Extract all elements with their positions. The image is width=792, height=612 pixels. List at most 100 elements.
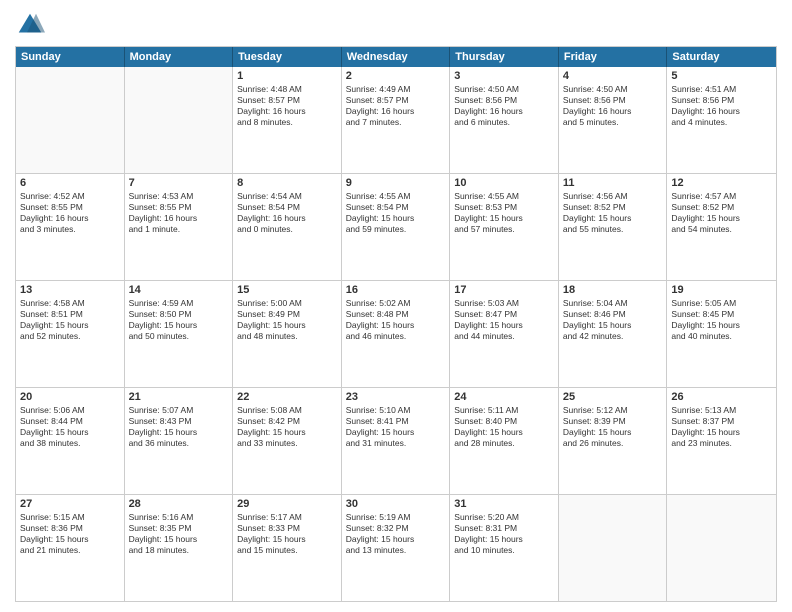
day-number: 4 xyxy=(563,70,663,82)
day-number: 8 xyxy=(237,177,337,189)
calendar-cell xyxy=(16,67,125,173)
weekday-header-monday: Monday xyxy=(125,47,234,67)
calendar-cell: 19 Sunrise: 5:05 AM Sunset: 8:45 PM Dayli… xyxy=(667,281,776,387)
calendar-cell: 14Sunrise: 4:59 AM Sunset: 8:50 PM Dayli… xyxy=(125,281,234,387)
day-number: 19 xyxy=(671,284,772,296)
calendar-cell: 12Sunrise: 4:57 AM Sunset: 8:52 PM Dayli… xyxy=(667,174,776,280)
day-number: 21 xyxy=(129,391,229,403)
calendar-cell: 11Sunrise: 4:56 AM Sunset: 8:52 PM Dayli… xyxy=(559,174,668,280)
day-number: 18 xyxy=(563,284,663,296)
calendar-row-4: 27 Sunrise: 5:15 AM Sunset: 8:36 PM Dayli… xyxy=(16,494,776,601)
calendar-cell: 6 Sunrise: 4:52 AM Sunset: 8:55 PM Daylig… xyxy=(16,174,125,280)
cell-detail-text: Sunrise: 5:16 AM Sunset: 8:35 PM Dayligh… xyxy=(129,512,229,556)
calendar-cell: 2 Sunrise: 4:49 AM Sunset: 8:57 PM Daylig… xyxy=(342,67,451,173)
calendar-cell: 13Sunrise: 4:58 AM Sunset: 8:51 PM Dayli… xyxy=(16,281,125,387)
calendar-cell: 21 Sunrise: 5:07 AM Sunset: 8:43 PM Dayli… xyxy=(125,388,234,494)
day-number: 29 xyxy=(237,498,337,510)
day-number: 26 xyxy=(671,391,772,403)
day-number: 5 xyxy=(671,70,772,82)
calendar-cell: 3 Sunrise: 4:50 AM Sunset: 8:56 PM Daylig… xyxy=(450,67,559,173)
cell-detail-text: Sunrise: 4:56 AM Sunset: 8:52 PM Dayligh… xyxy=(563,191,663,235)
day-number: 1 xyxy=(237,70,337,82)
calendar-cell: 30Sunrise: 5:19 AM Sunset: 8:32 PM Dayli… xyxy=(342,495,451,601)
calendar: SundayMondayTuesdayWednesdayThursdayFrid… xyxy=(15,46,777,602)
day-number: 9 xyxy=(346,177,446,189)
logo xyxy=(15,10,49,40)
calendar-cell: 26 Sunrise: 5:13 AM Sunset: 8:37 PM Dayli… xyxy=(667,388,776,494)
cell-detail-text: Sunrise: 4:50 AM Sunset: 8:56 PM Dayligh… xyxy=(563,84,663,128)
cell-detail-text: Sunrise: 5:08 AM Sunset: 8:42 PM Dayligh… xyxy=(237,405,337,449)
cell-detail-text: Sunrise: 4:54 AM Sunset: 8:54 PM Dayligh… xyxy=(237,191,337,235)
cell-detail-text: Sunrise: 4:50 AM Sunset: 8:56 PM Dayligh… xyxy=(454,84,554,128)
calendar-cell: 9 Sunrise: 4:55 AM Sunset: 8:54 PM Daylig… xyxy=(342,174,451,280)
weekday-header-wednesday: Wednesday xyxy=(342,47,451,67)
calendar-row-3: 20 Sunrise: 5:06 AM Sunset: 8:44 PM Dayli… xyxy=(16,387,776,494)
cell-detail-text: Sunrise: 4:49 AM Sunset: 8:57 PM Dayligh… xyxy=(346,84,446,128)
day-number: 3 xyxy=(454,70,554,82)
calendar-cell: 31 Sunrise: 5:20 AM Sunset: 8:31 PM Dayli… xyxy=(450,495,559,601)
calendar-cell: 24 Sunrise: 5:11 AM Sunset: 8:40 PM Dayli… xyxy=(450,388,559,494)
weekday-header-saturday: Saturday xyxy=(667,47,776,67)
cell-detail-text: Sunrise: 5:03 AM Sunset: 8:47 PM Dayligh… xyxy=(454,298,554,342)
day-number: 22 xyxy=(237,391,337,403)
day-number: 15 xyxy=(237,284,337,296)
cell-detail-text: Sunrise: 4:57 AM Sunset: 8:52 PM Dayligh… xyxy=(671,191,772,235)
calendar-body: 1 Sunrise: 4:48 AM Sunset: 8:57 PM Daylig… xyxy=(16,67,776,601)
calendar-header: SundayMondayTuesdayWednesdayThursdayFrid… xyxy=(16,47,776,67)
weekday-header-thursday: Thursday xyxy=(450,47,559,67)
calendar-row-1: 6 Sunrise: 4:52 AM Sunset: 8:55 PM Daylig… xyxy=(16,173,776,280)
calendar-row-0: 1 Sunrise: 4:48 AM Sunset: 8:57 PM Daylig… xyxy=(16,67,776,173)
day-number: 31 xyxy=(454,498,554,510)
weekday-header-sunday: Sunday xyxy=(16,47,125,67)
cell-detail-text: Sunrise: 5:02 AM Sunset: 8:48 PM Dayligh… xyxy=(346,298,446,342)
calendar-cell xyxy=(125,67,234,173)
cell-detail-text: Sunrise: 5:15 AM Sunset: 8:36 PM Dayligh… xyxy=(20,512,120,556)
cell-detail-text: Sunrise: 5:05 AM Sunset: 8:45 PM Dayligh… xyxy=(671,298,772,342)
cell-detail-text: Sunrise: 4:48 AM Sunset: 8:57 PM Dayligh… xyxy=(237,84,337,128)
calendar-cell: 20 Sunrise: 5:06 AM Sunset: 8:44 PM Dayli… xyxy=(16,388,125,494)
day-number: 20 xyxy=(20,391,120,403)
cell-detail-text: Sunrise: 4:51 AM Sunset: 8:56 PM Dayligh… xyxy=(671,84,772,128)
day-number: 2 xyxy=(346,70,446,82)
day-number: 25 xyxy=(563,391,663,403)
day-number: 6 xyxy=(20,177,120,189)
day-number: 30 xyxy=(346,498,446,510)
calendar-cell: 7 Sunrise: 4:53 AM Sunset: 8:55 PM Daylig… xyxy=(125,174,234,280)
calendar-cell: 1 Sunrise: 4:48 AM Sunset: 8:57 PM Daylig… xyxy=(233,67,342,173)
day-number: 28 xyxy=(129,498,229,510)
calendar-cell xyxy=(559,495,668,601)
cell-detail-text: Sunrise: 5:13 AM Sunset: 8:37 PM Dayligh… xyxy=(671,405,772,449)
calendar-cell: 18Sunrise: 5:04 AM Sunset: 8:46 PM Dayli… xyxy=(559,281,668,387)
calendar-cell: 5 Sunrise: 4:51 AM Sunset: 8:56 PM Daylig… xyxy=(667,67,776,173)
calendar-cell: 16 Sunrise: 5:02 AM Sunset: 8:48 PM Dayli… xyxy=(342,281,451,387)
calendar-cell: 27 Sunrise: 5:15 AM Sunset: 8:36 PM Dayli… xyxy=(16,495,125,601)
day-number: 14 xyxy=(129,284,229,296)
day-number: 7 xyxy=(129,177,229,189)
cell-detail-text: Sunrise: 4:52 AM Sunset: 8:55 PM Dayligh… xyxy=(20,191,120,235)
page: SundayMondayTuesdayWednesdayThursdayFrid… xyxy=(0,0,792,612)
cell-detail-text: Sunrise: 5:20 AM Sunset: 8:31 PM Dayligh… xyxy=(454,512,554,556)
calendar-cell: 4 Sunrise: 4:50 AM Sunset: 8:56 PM Daylig… xyxy=(559,67,668,173)
day-number: 16 xyxy=(346,284,446,296)
cell-detail-text: Sunrise: 5:10 AM Sunset: 8:41 PM Dayligh… xyxy=(346,405,446,449)
cell-detail-text: Sunrise: 5:17 AM Sunset: 8:33 PM Dayligh… xyxy=(237,512,337,556)
cell-detail-text: Sunrise: 4:55 AM Sunset: 8:53 PM Dayligh… xyxy=(454,191,554,235)
logo-icon xyxy=(15,10,45,40)
calendar-cell: 8 Sunrise: 4:54 AM Sunset: 8:54 PM Daylig… xyxy=(233,174,342,280)
cell-detail-text: Sunrise: 5:06 AM Sunset: 8:44 PM Dayligh… xyxy=(20,405,120,449)
cell-detail-text: Sunrise: 4:53 AM Sunset: 8:55 PM Dayligh… xyxy=(129,191,229,235)
day-number: 24 xyxy=(454,391,554,403)
day-number: 10 xyxy=(454,177,554,189)
cell-detail-text: Sunrise: 5:11 AM Sunset: 8:40 PM Dayligh… xyxy=(454,405,554,449)
calendar-cell: 17Sunrise: 5:03 AM Sunset: 8:47 PM Dayli… xyxy=(450,281,559,387)
weekday-header-tuesday: Tuesday xyxy=(233,47,342,67)
header xyxy=(15,10,777,40)
cell-detail-text: Sunrise: 5:00 AM Sunset: 8:49 PM Dayligh… xyxy=(237,298,337,342)
day-number: 27 xyxy=(20,498,120,510)
calendar-cell: 23Sunrise: 5:10 AM Sunset: 8:41 PM Dayli… xyxy=(342,388,451,494)
cell-detail-text: Sunrise: 4:55 AM Sunset: 8:54 PM Dayligh… xyxy=(346,191,446,235)
calendar-cell: 15 Sunrise: 5:00 AM Sunset: 8:49 PM Dayli… xyxy=(233,281,342,387)
calendar-cell: 10 Sunrise: 4:55 AM Sunset: 8:53 PM Dayli… xyxy=(450,174,559,280)
weekday-header-friday: Friday xyxy=(559,47,668,67)
cell-detail-text: Sunrise: 5:07 AM Sunset: 8:43 PM Dayligh… xyxy=(129,405,229,449)
